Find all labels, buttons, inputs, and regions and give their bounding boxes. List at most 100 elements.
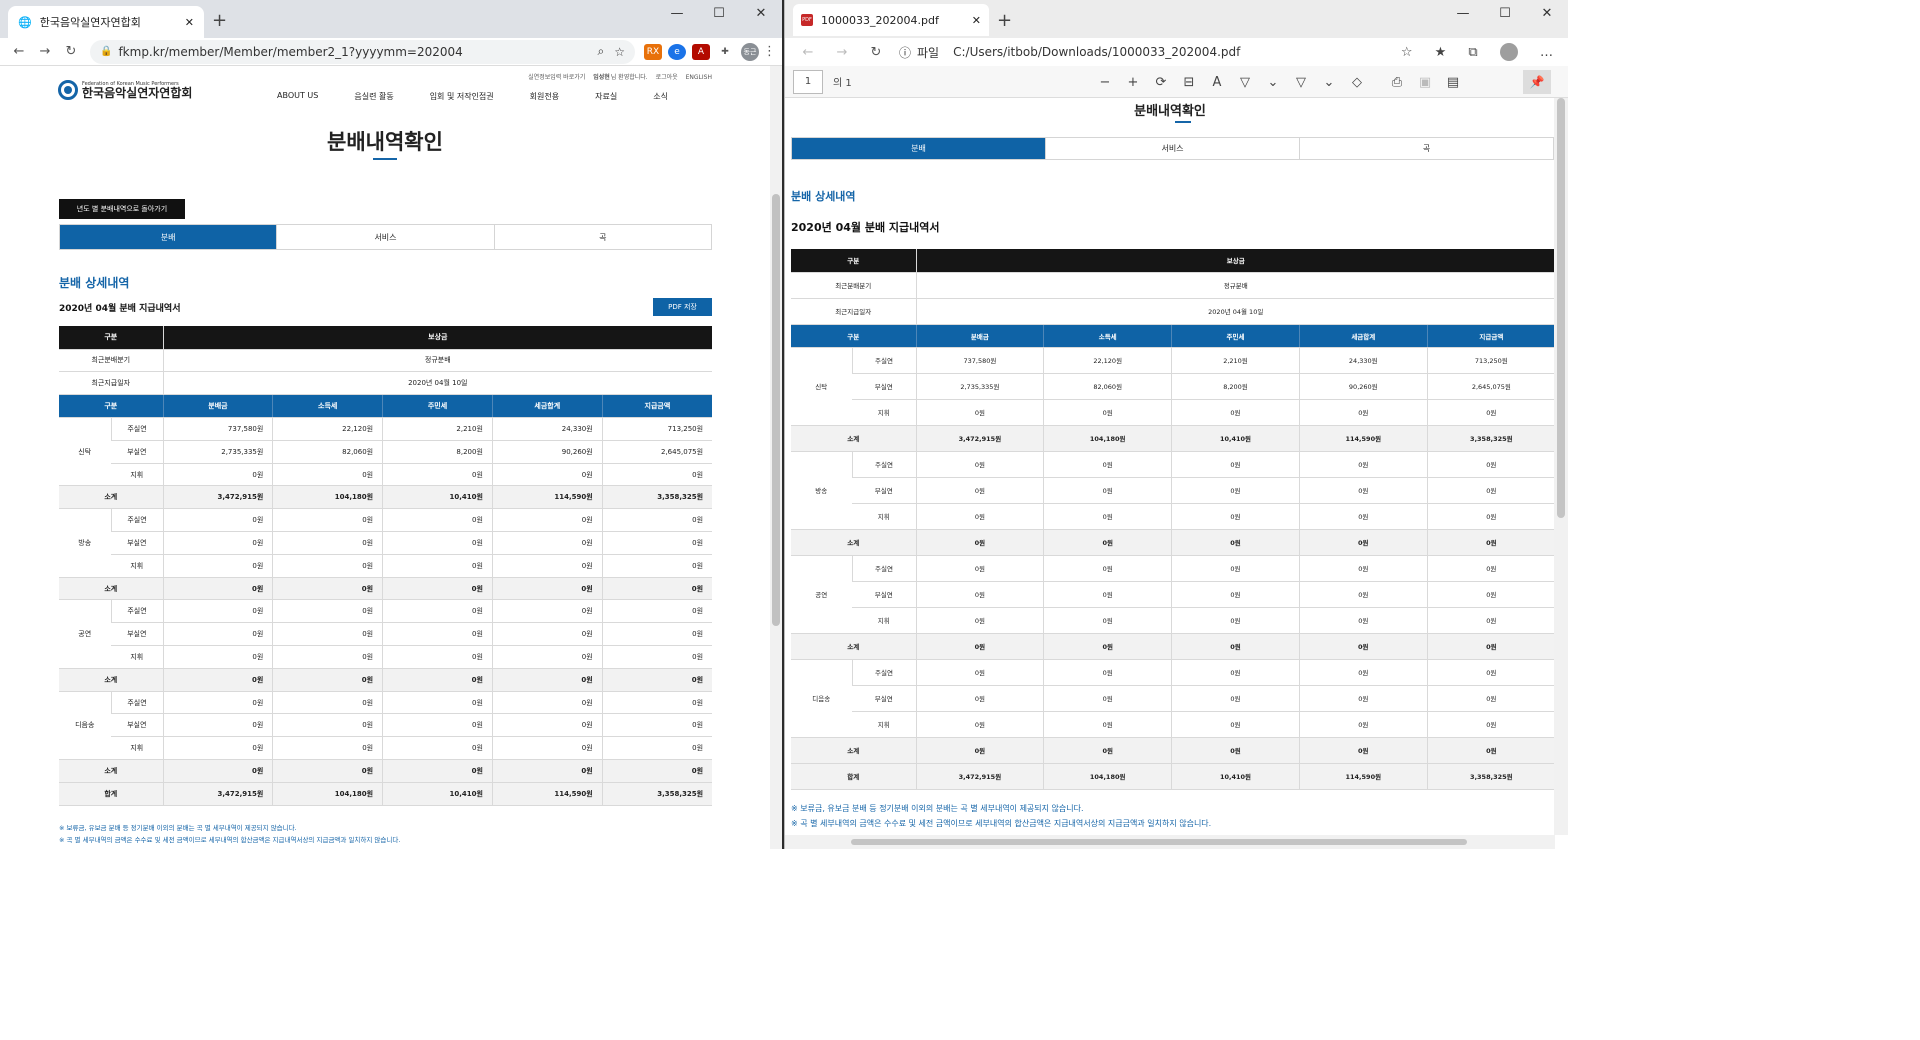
draw-dropdown-icon[interactable]: ⌄ (1315, 75, 1343, 90)
profile-avatar[interactable]: 동근 (741, 42, 759, 61)
tab-service[interactable]: 서비스 (276, 225, 493, 249)
eraser-icon[interactable]: ◇ (1343, 75, 1371, 90)
back-icon[interactable]: ← (6, 44, 32, 59)
minimize-icon[interactable]: — (656, 0, 698, 26)
acrobat-icon[interactable]: A (692, 43, 710, 60)
favorite-star-icon[interactable]: ☆ (1401, 45, 1413, 60)
rotate-icon[interactable]: ⟳ (1147, 75, 1175, 90)
puzzle-icon[interactable]: ✚ (716, 44, 734, 60)
english-link[interactable]: ENGLISH (686, 74, 712, 81)
row-label: 부실연 (852, 581, 916, 608)
profile-icon[interactable] (1499, 43, 1518, 61)
tab-song[interactable]: 곡 (493, 225, 711, 249)
tab-distribution: 분배 (792, 138, 1045, 159)
amount-cell: 737,580원 (162, 417, 273, 441)
edge-tab[interactable]: PDF 1000033_202004.pdf ✕ (793, 4, 989, 36)
back-to-yearly-button[interactable]: 년도 별 분배내역으로 돌아가기 (59, 199, 185, 219)
row-label: 부실연 (111, 622, 164, 647)
new-tab-button[interactable]: + (212, 10, 227, 31)
pdf-save-button[interactable]: PDF 저장 (653, 298, 712, 316)
logout-link[interactable]: 로그아웃 (656, 74, 678, 81)
maximize-icon[interactable]: ☐ (698, 0, 740, 26)
site-logo[interactable]: Federation of Korean Music Performers 한국… (58, 80, 192, 100)
note-line: ※ 곡 별 세부내역의 금액은 수수료 및 세전 금액이므로 세부내역의 합산금… (791, 819, 1212, 828)
nav-item[interactable]: 음실련 활동 (354, 91, 393, 102)
amount-cell: 0원 (272, 759, 383, 783)
amount-cell: 0원 (162, 463, 273, 487)
print-icon[interactable]: ⎙ (1383, 75, 1411, 90)
read-aloud-icon[interactable]: A (1203, 75, 1231, 90)
amount-cell: 82,060원 (272, 440, 383, 464)
reload-icon[interactable]: ↻ (58, 44, 84, 59)
page-number-input[interactable]: 1 (793, 69, 823, 94)
highlight-icon[interactable]: ▽ (1231, 75, 1259, 90)
tab-title: 1000033_202004.pdf (821, 13, 939, 27)
util-user: 임성현 (593, 74, 610, 81)
address-bar[interactable]: 🔒 fkmp.kr/member/Member/member2_1?yyyymm… (90, 39, 635, 64)
bookmark-star-icon[interactable]: ☆ (614, 45, 625, 59)
menu-dots-icon[interactable]: … (1540, 45, 1553, 60)
info-icon[interactable]: ⓘ (899, 44, 911, 61)
amount-cell: 0원 (1426, 477, 1555, 504)
amount-cell: 114,590원 (491, 485, 603, 510)
amount-cell: 0원 (272, 691, 383, 715)
maximize-icon[interactable]: ☐ (1484, 0, 1526, 26)
fit-page-icon[interactable]: ⊟ (1175, 75, 1203, 90)
reload-icon[interactable]: ↻ (859, 45, 893, 60)
address-bar[interactable]: ⓘ 파일 C:/Users/itbob/Downloads/1000033_20… (899, 44, 1392, 61)
collections-icon[interactable]: ⧉ (1468, 45, 1477, 60)
nav-item[interactable]: ABOUT US (277, 91, 318, 102)
pin-toolbar-icon[interactable]: 📌 (1523, 70, 1551, 94)
save-as-icon[interactable]: ▤ (1439, 75, 1467, 90)
util-link[interactable]: 실연정보입력 바로가기 (528, 74, 585, 81)
header-cell: 보상금 (915, 249, 1555, 273)
extension-e-icon[interactable]: e (668, 43, 686, 60)
amount-cell: 713,250원 (601, 417, 713, 441)
forward-icon[interactable]: → (32, 44, 58, 59)
amount-cell: 10,410원 (382, 485, 493, 510)
amount-cell: 0원 (272, 531, 383, 555)
vertical-scrollbar[interactable] (770, 66, 782, 849)
nav-item[interactable]: 회원전용 (530, 91, 559, 102)
forward-icon[interactable]: → (825, 45, 859, 60)
draw-icon[interactable]: ▽ (1287, 75, 1315, 90)
scroll-thumb[interactable] (772, 194, 780, 626)
column-header: 세금합계 (491, 394, 603, 419)
amount-cell: 0원 (1298, 399, 1428, 426)
horizontal-scrollbar[interactable] (785, 835, 1555, 849)
nav-item[interactable]: 소식 (653, 91, 668, 102)
menu-dots-icon[interactable]: ⋮ (763, 44, 776, 59)
summary-label: 최근지급일자 (791, 298, 916, 325)
lock-icon[interactable]: 🔒 (100, 46, 112, 57)
zoom-out-icon[interactable]: − (1091, 75, 1119, 90)
nav-item[interactable]: 자료실 (595, 91, 617, 102)
save-icon[interactable]: ▣ (1411, 75, 1439, 90)
close-window-icon[interactable]: ✕ (1526, 0, 1568, 26)
close-window-icon[interactable]: ✕ (740, 0, 782, 26)
rx-extension-icon[interactable]: RX (644, 43, 662, 60)
chrome-tab[interactable]: 🌐 한국음악실연자연합회 ✕ (8, 6, 204, 38)
vertical-scrollbar[interactable] (1554, 98, 1568, 835)
summary-row: 최근지급일자 2020년 04월 10일 (791, 298, 1555, 325)
highlight-dropdown-icon[interactable]: ⌄ (1259, 75, 1287, 90)
scroll-thumb[interactable] (851, 839, 1467, 845)
close-tab-icon[interactable]: ✕ (972, 14, 981, 27)
back-icon[interactable]: ← (791, 45, 825, 60)
table-row: 지휘 0원 0원 0원 0원 0원 (59, 554, 713, 578)
scroll-thumb[interactable] (1557, 98, 1565, 518)
table-row: 지휘 0원 0원 0원 0원 0원 (791, 503, 1555, 530)
zoom-in-icon[interactable]: + (1119, 75, 1147, 90)
tab-distribution[interactable]: 분배 (60, 225, 277, 249)
close-tab-icon[interactable]: ✕ (185, 16, 194, 29)
group-label: 방송 (791, 451, 852, 530)
amount-cell: 0원 (272, 645, 383, 669)
summary-value: 정규분배 (162, 349, 713, 373)
footnotes: ※ 보류금, 유보금 분배 등 정기분배 이외의 분배는 곡 별 세부내역이 제… (791, 801, 1211, 831)
new-tab-button[interactable]: + (997, 10, 1012, 31)
minimize-icon[interactable]: — (1442, 0, 1484, 26)
amount-cell: 0원 (382, 622, 493, 647)
favorites-icon[interactable]: ★ (1435, 45, 1447, 60)
search-icon[interactable]: ⌕ (598, 44, 605, 59)
amount-cell: 737,580원 (915, 347, 1044, 374)
nav-item[interactable]: 입회 및 저작인접권 (430, 91, 494, 102)
